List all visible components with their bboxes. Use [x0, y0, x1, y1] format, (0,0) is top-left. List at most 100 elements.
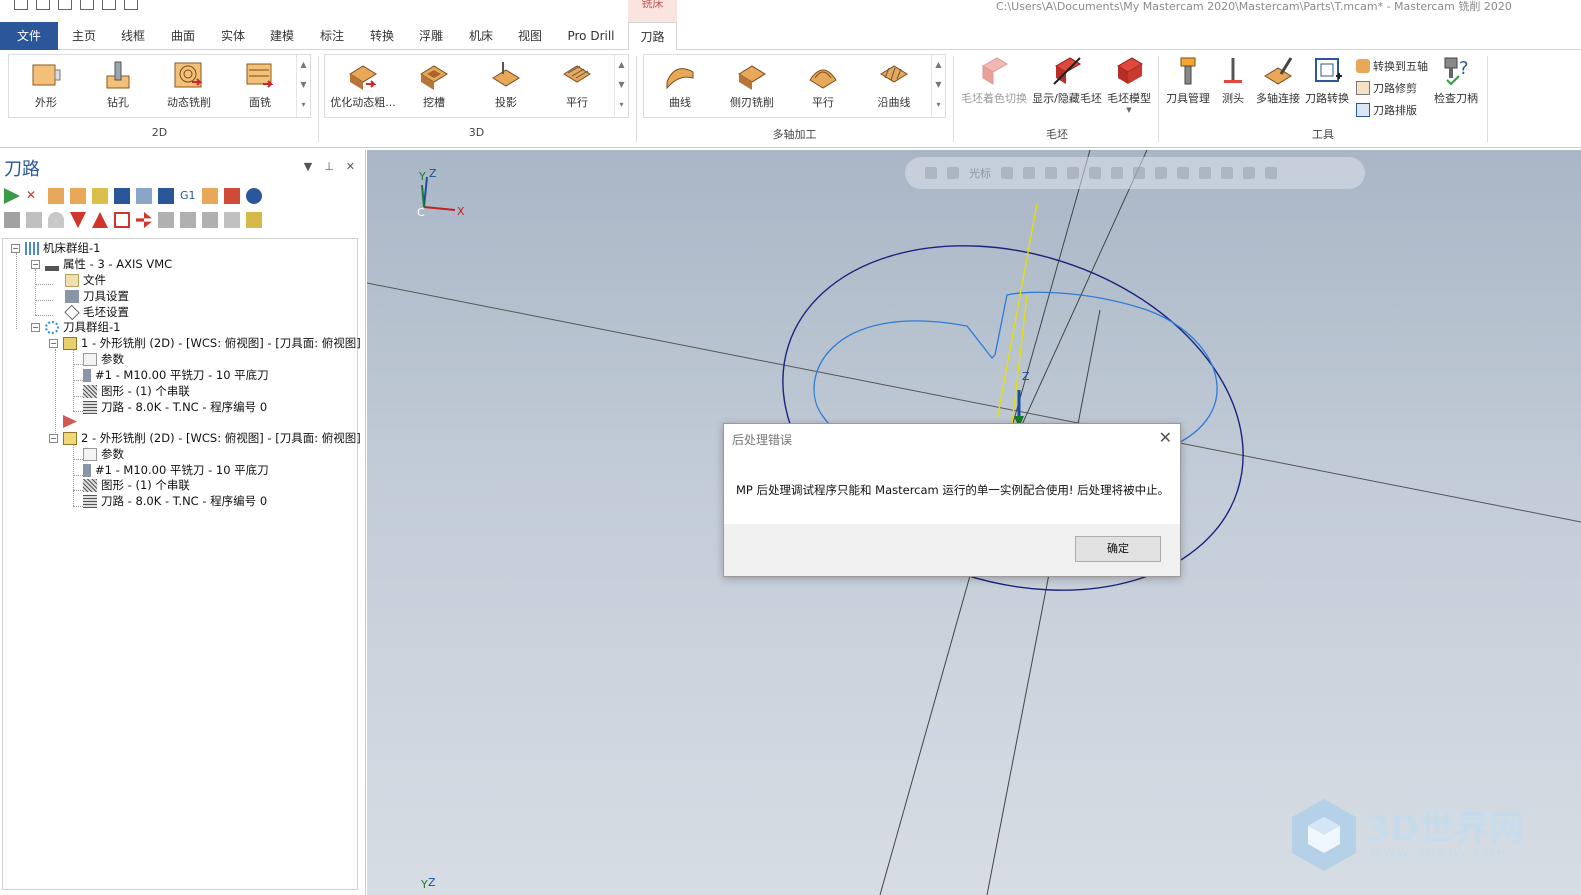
- tree-op1-parameters[interactable]: 参数: [83, 351, 124, 367]
- regen-dirty-icon[interactable]: [70, 188, 86, 204]
- simulate-icon[interactable]: [158, 188, 174, 204]
- tool-manager-button[interactable]: 刀具管理: [1163, 56, 1213, 106]
- help-icon[interactable]: [246, 188, 262, 204]
- expand-toggle[interactable]: −: [49, 434, 58, 443]
- tree-tool-settings[interactable]: 刀具设置: [65, 288, 129, 304]
- tab-model[interactable]: 建模: [264, 22, 300, 50]
- expand-toggle[interactable]: −: [11, 244, 20, 253]
- save-icon[interactable]: [36, 0, 50, 10]
- probe-button[interactable]: 测头: [1215, 56, 1251, 106]
- tree-machine-group[interactable]: 机床群组-1: [25, 240, 100, 256]
- dynamic-mill-button[interactable]: 动态铣削: [160, 60, 218, 110]
- convert-to-5axis-button[interactable]: 转换到五轴: [1356, 58, 1428, 74]
- cube-icon[interactable]: [1111, 167, 1123, 179]
- face-mill-button[interactable]: 面铣: [234, 60, 286, 110]
- tree-op2-toolpath[interactable]: 刀路 - 8.0K - T.NC - 程序编号 0: [83, 493, 267, 509]
- box-select-icon[interactable]: [1177, 167, 1189, 179]
- tab-file[interactable]: 文件: [0, 22, 58, 50]
- gallery-scroll[interactable]: ▲ ▼ ▾: [614, 55, 628, 117]
- pocket-button[interactable]: 挖槽: [408, 60, 460, 110]
- panel-close-icon[interactable]: ✕: [346, 160, 355, 173]
- lock-icon[interactable]: [4, 212, 20, 228]
- tree-operation-1[interactable]: 1 - 外形铣削 (2D) - [WCS: 俯视图] - [刀具面: 俯视图]: [63, 335, 361, 351]
- options-icon[interactable]: [202, 212, 218, 228]
- tree-op2-parameters[interactable]: 参数: [83, 446, 124, 462]
- scroll-up-icon[interactable]: ▲: [297, 55, 310, 75]
- swarf-button[interactable]: 侧刃铣削: [722, 60, 782, 110]
- verify-icon[interactable]: [136, 188, 152, 204]
- gallery-scroll[interactable]: ▲ ▼ ▾: [931, 55, 945, 117]
- stock-shading-toggle-button[interactable]: 毛坯着色切换: [960, 56, 1028, 106]
- open-icon[interactable]: [58, 0, 72, 10]
- expand-collapse-icon[interactable]: [136, 212, 152, 228]
- post-icon[interactable]: [202, 188, 218, 204]
- optimized-dynamic-rough-button[interactable]: 优化动态粗...: [330, 60, 396, 110]
- insert-arrow-icon[interactable]: [114, 212, 130, 228]
- scroll-down-icon[interactable]: ▼: [615, 75, 628, 95]
- tree-properties[interactable]: 属性 - 3 - AXIS VMC: [45, 256, 172, 272]
- panel-dropdown-icon[interactable]: ▼: [304, 160, 312, 173]
- parallel-3d-button[interactable]: 平行: [551, 60, 603, 110]
- expand-toggle[interactable]: −: [49, 339, 58, 348]
- undo-icon[interactable]: [102, 0, 116, 10]
- filter-icon[interactable]: [224, 212, 240, 228]
- wave-icon[interactable]: [26, 212, 42, 228]
- scroll-up-icon[interactable]: ▲: [932, 55, 945, 75]
- tree-op1-toolpath[interactable]: 刀路 - 8.0K - T.NC - 程序编号 0: [83, 399, 267, 415]
- tab-annotate[interactable]: 标注: [314, 22, 350, 50]
- deselect-icon[interactable]: ✕: [26, 188, 42, 204]
- cursor-icon[interactable]: [947, 167, 959, 179]
- edit-icon[interactable]: [224, 188, 240, 204]
- toolpath-transform-button[interactable]: 刀路转换: [1302, 56, 1352, 106]
- tab-machine[interactable]: 机床: [463, 22, 499, 50]
- tree-op2-geometry[interactable]: 图形 - (1) 个串联: [83, 477, 190, 493]
- arrow-icon[interactable]: [1221, 167, 1233, 179]
- highlight-icon[interactable]: [246, 212, 262, 228]
- layer-icon[interactable]: [180, 212, 196, 228]
- stock-model-button[interactable]: 毛坯模型 ▼: [1104, 56, 1154, 114]
- pin-icon[interactable]: ⊥: [324, 160, 334, 173]
- nesting-button[interactable]: 刀路排版: [1356, 102, 1417, 118]
- regen-selected-icon[interactable]: [48, 188, 64, 204]
- expand-toggle[interactable]: −: [31, 323, 40, 332]
- tree-operation-2[interactable]: 2 - 外形铣削 (2D) - [WCS: 俯视图] - [刀具面: 俯视图]: [63, 430, 361, 446]
- select-tool-icon[interactable]: [158, 212, 174, 228]
- move-down-icon[interactable]: [70, 212, 86, 228]
- redo-icon[interactable]: [124, 0, 138, 10]
- move-up-icon[interactable]: [92, 212, 108, 228]
- insert-arrow-marker[interactable]: [63, 415, 77, 428]
- tab-home[interactable]: 主页: [66, 22, 102, 50]
- trim-toolpath-button[interactable]: 刀路修剪: [1356, 80, 1417, 96]
- g1-icon[interactable]: G1: [180, 188, 196, 204]
- scroll-down-icon[interactable]: ▼: [297, 75, 310, 95]
- tab-surfaces[interactable]: 曲面: [165, 22, 201, 50]
- tab-toolpaths[interactable]: 刀路: [628, 22, 677, 51]
- tab-view[interactable]: 视图: [512, 22, 548, 50]
- select-all-icon[interactable]: [4, 188, 20, 204]
- tab-wireframe[interactable]: 线框: [115, 22, 151, 50]
- cube-icon[interactable]: [1045, 167, 1057, 179]
- tree-files[interactable]: 文件: [65, 272, 106, 288]
- close-icon[interactable]: ✕: [1159, 428, 1172, 447]
- cube-icon[interactable]: [1133, 167, 1145, 179]
- pointer-icon[interactable]: [1265, 167, 1277, 179]
- snap-icon[interactable]: [1001, 167, 1013, 179]
- new-file-icon[interactable]: [14, 0, 28, 10]
- expand-toggle[interactable]: −: [31, 260, 40, 269]
- tree-toolpath-group[interactable]: 刀具群组-1: [45, 319, 120, 335]
- expand-icon[interactable]: ▾: [615, 95, 628, 115]
- curve-button[interactable]: 曲线: [654, 60, 706, 110]
- multiaxis-linking-button[interactable]: 多轴连接: [1254, 56, 1302, 106]
- parallel-multiaxis-button[interactable]: 平行: [797, 60, 849, 110]
- grid-select-icon[interactable]: [1155, 167, 1167, 179]
- print-icon[interactable]: [80, 0, 94, 10]
- tab-relief[interactable]: 浮雕: [413, 22, 449, 50]
- toggle-display-icon[interactable]: [92, 188, 108, 204]
- tree-stock-setup[interactable]: 毛坯设置: [64, 304, 129, 320]
- tab-solids[interactable]: 实体: [215, 22, 251, 50]
- tab-pro-drill[interactable]: Pro Drill: [562, 22, 620, 50]
- scroll-down-icon[interactable]: ▼: [932, 75, 945, 95]
- select-icon[interactable]: [1023, 167, 1035, 179]
- tree-op2-tool[interactable]: #1 - M10.00 平铣刀 - 10 平底刀: [83, 462, 269, 478]
- ghost-icon[interactable]: [48, 212, 64, 228]
